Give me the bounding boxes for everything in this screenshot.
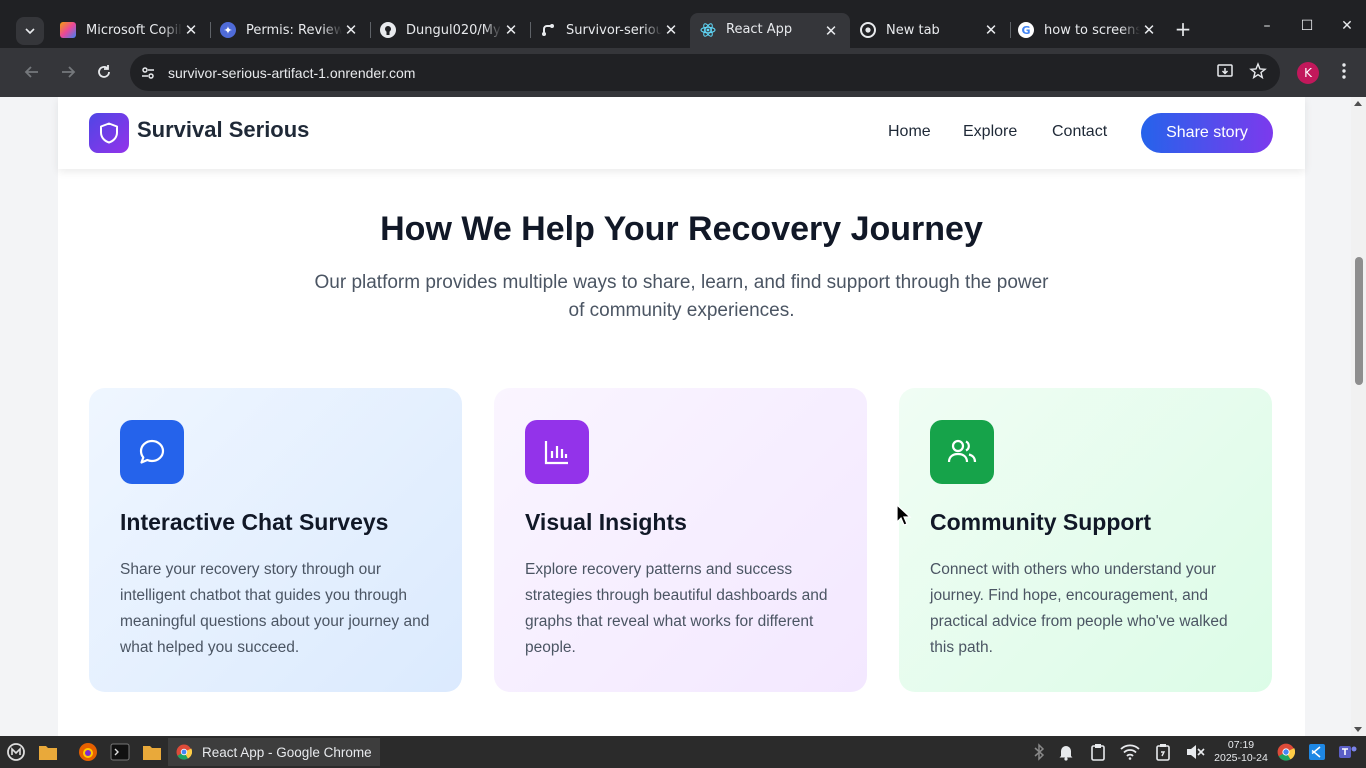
chat-bubble-icon — [120, 420, 184, 484]
page-scrollbar[interactable] — [1351, 97, 1366, 736]
chrome-icon — [176, 744, 192, 760]
close-icon[interactable]: ✕ — [1140, 21, 1158, 39]
feature-card-title: Visual Insights — [525, 509, 687, 535]
tab-title: how to screens — [1044, 22, 1140, 38]
address-bar[interactable]: survivor-serious-artifact-1.onrender.com — [130, 54, 1280, 91]
tab-title: Permis: Review — [246, 22, 342, 38]
tab-title: Microsoft Copil — [86, 22, 182, 38]
users-icon — [930, 420, 994, 484]
volume-muted-icon[interactable] — [1185, 742, 1205, 762]
files-icon[interactable] — [38, 742, 58, 762]
arrow-right-icon — [62, 66, 76, 78]
taskbar-active-app[interactable]: React App - Google Chrome — [168, 738, 380, 766]
site-header: Survival Serious Home Explore Contact Sh… — [58, 97, 1305, 169]
feature-card-title: Community Support — [930, 509, 1152, 535]
render-icon — [540, 22, 556, 38]
tab-search-button[interactable] — [16, 17, 44, 45]
back-button[interactable] — [20, 60, 44, 84]
github-icon — [380, 22, 396, 38]
bar-chart-icon — [525, 420, 589, 484]
section-subtitle: Our platform provides multiple ways to s… — [314, 272, 1049, 321]
close-icon[interactable]: ✕ — [342, 21, 360, 39]
section-title: How We Help Your Recovery Journey — [380, 210, 983, 248]
scroll-down-arrow-icon[interactable] — [1354, 727, 1362, 732]
browser-tab[interactable]: New tab ✕ — [850, 13, 1010, 47]
tab-title: React App — [726, 22, 793, 37]
google-icon: G — [1018, 22, 1034, 38]
shield-icon[interactable] — [89, 113, 129, 153]
notification-bell-icon[interactable] — [1058, 742, 1074, 762]
wifi-icon[interactable] — [1120, 742, 1140, 762]
page-container: Survival Serious Home Explore Contact Sh… — [58, 97, 1305, 736]
bluetooth-icon[interactable] — [1032, 742, 1046, 762]
browser-toolbar: survivor-serious-artifact-1.onrender.com — [0, 48, 1366, 97]
close-icon[interactable]: ✕ — [982, 21, 1000, 39]
browser-tab[interactable]: Survivor-seriou ✕ — [530, 13, 690, 47]
feature-card: Visual Insights Explore recovery pattern… — [494, 388, 867, 692]
tab-title: Dungul020/My — [406, 22, 501, 38]
site-info-icon[interactable] — [140, 65, 156, 81]
minimize-icon[interactable]: – — [1257, 18, 1277, 34]
close-icon[interactable]: ✕ — [182, 21, 200, 39]
clock-time: 07:19 — [1227, 739, 1255, 751]
feature-card-description: Explore recovery patterns and success st… — [525, 561, 828, 656]
system-clock[interactable]: 07:19 2025-10-24 — [1212, 739, 1270, 765]
close-icon[interactable]: ✕ — [662, 21, 680, 39]
browser-tab[interactable]: ✦ Permis: Review ✕ — [210, 13, 370, 47]
forward-button[interactable] — [56, 60, 80, 84]
browser-tab[interactable]: Dungul020/My ✕ — [370, 13, 530, 47]
nav-explore-link[interactable]: Explore — [963, 123, 1017, 141]
close-icon[interactable]: ✕ — [822, 22, 840, 40]
feature-card: Interactive Chat Surveys Share your reco… — [89, 388, 462, 692]
browser-tab[interactable]: G how to screens ✕ — [1008, 13, 1168, 47]
battery-icon[interactable] — [1154, 742, 1172, 762]
scrollbar-thumb[interactable] — [1355, 257, 1363, 385]
tab-title: Survivor-seriou — [566, 22, 662, 38]
nav-contact-link[interactable]: Contact — [1052, 123, 1107, 141]
more-menu-icon[interactable] — [1337, 62, 1351, 84]
page-viewport: Survival Serious Home Explore Contact Sh… — [0, 97, 1366, 736]
start-menu-icon[interactable] — [6, 742, 26, 762]
feature-card-title: Interactive Chat Surveys — [120, 509, 389, 535]
copilot-icon — [60, 22, 76, 38]
bookmark-star-icon[interactable] — [1249, 62, 1267, 84]
profile-avatar[interactable]: K — [1297, 62, 1319, 84]
site-brand[interactable]: Survival Serious — [137, 117, 309, 143]
permis-icon: ✦ — [220, 22, 236, 38]
share-story-button[interactable]: Share story — [1141, 113, 1273, 153]
maximize-icon[interactable]: ☐ — [1297, 18, 1317, 34]
os-taskbar: React App - Google Chrome 07:19 2025-10-… — [0, 736, 1366, 768]
chrome-icon[interactable] — [1277, 742, 1295, 762]
taskbar-app-title: React App - Google Chrome — [202, 744, 372, 760]
folder-icon[interactable] — [142, 742, 162, 762]
close-icon[interactable]: ✕ — [502, 21, 520, 39]
vscode-icon[interactable] — [1308, 742, 1326, 762]
install-app-icon[interactable] — [1216, 62, 1234, 84]
feature-card-description: Connect with others who understand your … — [930, 561, 1228, 656]
feature-card-description: Share your recovery story through our in… — [120, 561, 430, 656]
arrow-left-icon — [24, 66, 38, 78]
firefox-icon[interactable] — [78, 742, 98, 762]
terminal-icon[interactable] — [110, 742, 130, 762]
scroll-up-arrow-icon[interactable] — [1354, 101, 1362, 106]
chrome-icon — [860, 22, 876, 38]
mouse-cursor-icon — [896, 504, 912, 526]
clipboard-icon[interactable] — [1090, 742, 1106, 762]
nav-home-link[interactable]: Home — [888, 123, 931, 141]
browser-tab[interactable]: Microsoft Copil ✕ — [50, 13, 210, 47]
feature-card: Community Support Connect with others wh… — [899, 388, 1272, 692]
reload-button[interactable] — [92, 60, 116, 84]
tab-title: New tab — [886, 22, 940, 38]
teams-icon[interactable] — [1338, 742, 1358, 762]
chevron-down-icon — [25, 28, 35, 35]
window-close-icon[interactable]: ✕ — [1337, 18, 1357, 34]
new-tab-button[interactable]: + — [1172, 19, 1194, 41]
clock-date: 2025-10-24 — [1214, 752, 1268, 764]
url-text[interactable]: survivor-serious-artifact-1.onrender.com — [168, 65, 415, 81]
react-icon — [700, 22, 716, 38]
reload-icon — [98, 65, 110, 78]
